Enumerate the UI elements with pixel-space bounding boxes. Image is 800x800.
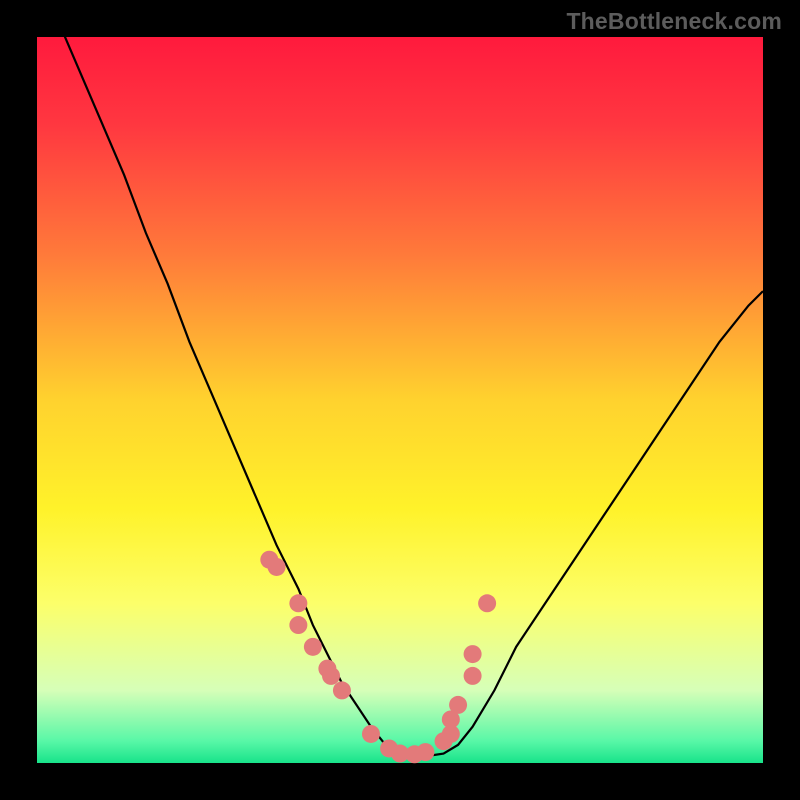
- outer-frame: TheBottleneck.com: [0, 0, 800, 800]
- watermark-text: TheBottleneck.com: [566, 8, 782, 35]
- curve-marker: [464, 667, 482, 685]
- curve-marker: [464, 645, 482, 663]
- curve-marker: [416, 743, 434, 761]
- curve-marker: [478, 594, 496, 612]
- curve-marker: [304, 638, 322, 656]
- curve-marker: [268, 558, 286, 576]
- curve-marker: [362, 725, 380, 743]
- curve-marker: [322, 667, 340, 685]
- curve-marker: [289, 616, 307, 634]
- plot-area: [37, 37, 763, 763]
- curve-marker: [333, 681, 351, 699]
- bottleneck-curve-chart: [37, 37, 763, 763]
- bottleneck-curve: [37, 0, 763, 756]
- curve-marker: [289, 594, 307, 612]
- curve-marker: [449, 696, 467, 714]
